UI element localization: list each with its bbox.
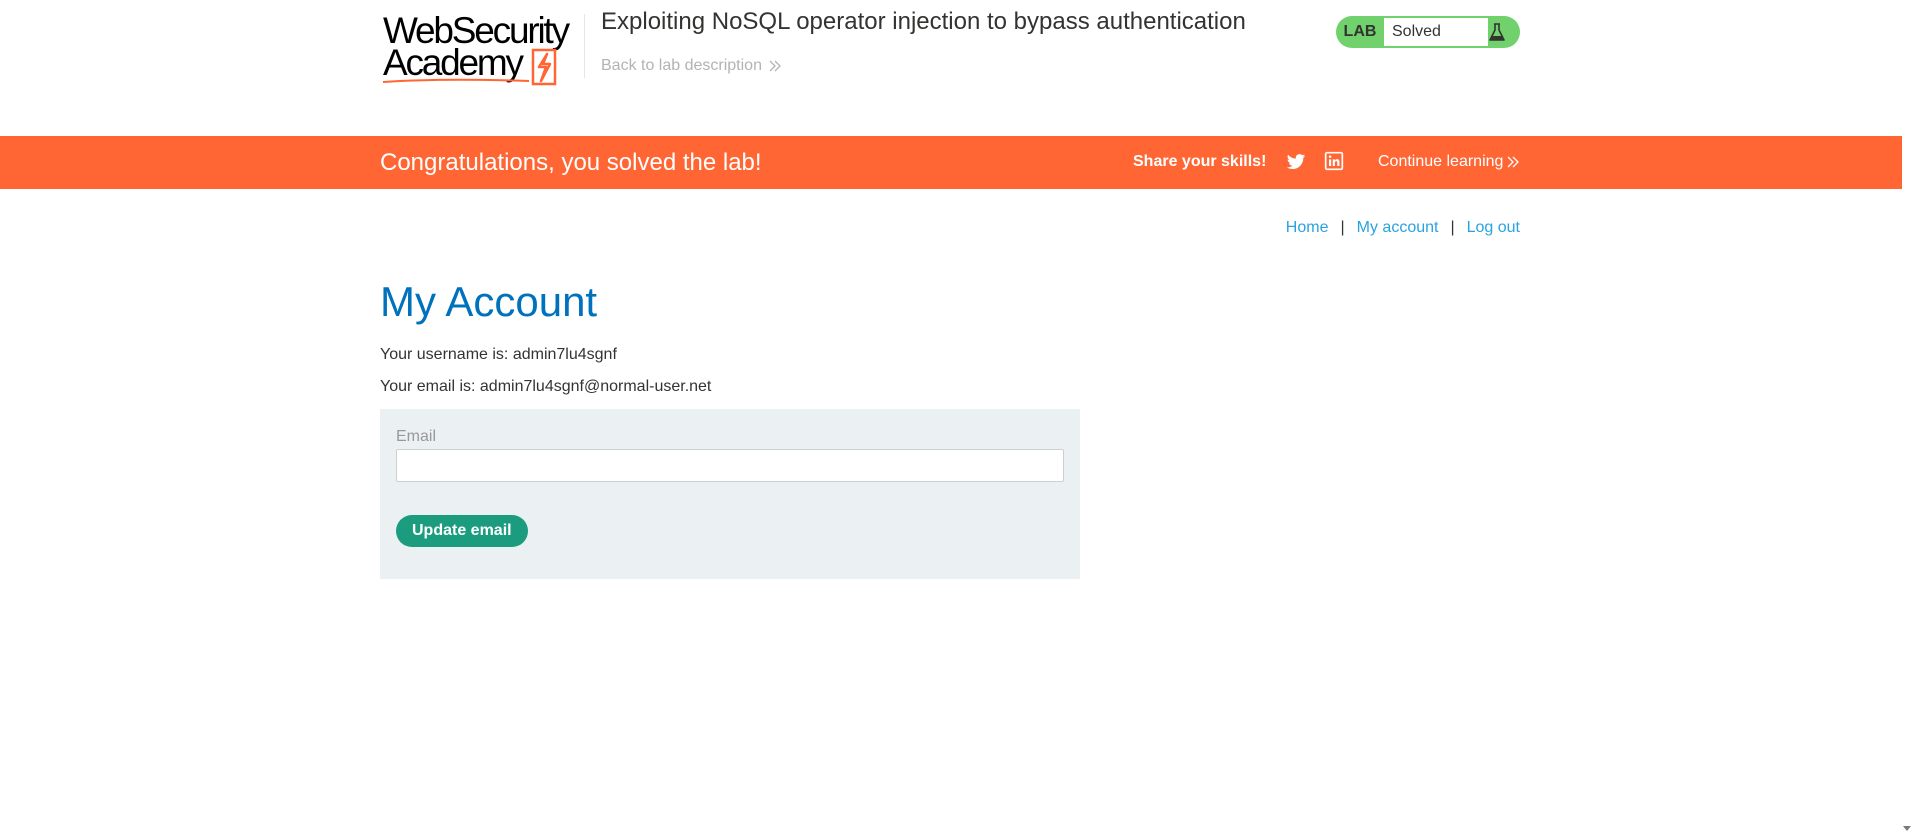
lab-status-tag: LAB: [1343, 23, 1377, 40]
nav-log-out-link[interactable]: Log out: [1467, 219, 1520, 237]
web-security-academy-logo[interactable]: WebSecurity Academy: [381, 12, 581, 86]
solved-banner: Congratulations, you solved the lab! Sha…: [0, 136, 1902, 189]
header-divider: [584, 14, 585, 78]
nav-separator: |: [1340, 219, 1345, 236]
account-nav: Home | My account | Log out: [1286, 219, 1520, 237]
email-info: Your email is: admin7lu4sgnf@normal-user…: [380, 378, 712, 395]
continue-learning-link[interactable]: Continue learning: [1378, 153, 1520, 171]
lab-header: WebSecurity Academy Exploiting NoSQL ope…: [0, 0, 1902, 136]
nav-home-link[interactable]: Home: [1286, 219, 1329, 237]
lab-title: Exploiting NoSQL operator injection to b…: [601, 8, 1246, 35]
vertical-scrollbar[interactable]: [1902, 0, 1912, 833]
username-info: Your username is: admin7lu4sgnf: [380, 346, 617, 363]
back-to-lab-description-link[interactable]: Back to lab description: [601, 57, 781, 75]
nav-my-account-link[interactable]: My account: [1357, 219, 1439, 237]
nav-separator: |: [1450, 219, 1455, 236]
scroll-down-arrow-icon[interactable]: [1902, 823, 1912, 833]
congratulations-message: Congratulations, you solved the lab!: [380, 149, 762, 176]
double-chevron-right-icon: [769, 60, 781, 72]
change-email-form: Email Update email: [380, 409, 1080, 579]
logo-underline-icon: [382, 78, 530, 83]
logo-bolt-icon: [531, 48, 557, 86]
share-skills-label: Share your skills!: [1133, 153, 1267, 170]
page-title: My Account: [380, 278, 598, 325]
continue-learning-label: Continue learning: [1378, 153, 1504, 170]
linkedin-icon[interactable]: [1324, 151, 1344, 171]
email-label: Email: [396, 428, 437, 445]
back-link-label: Back to lab description: [601, 57, 762, 74]
flask-icon: [1489, 23, 1505, 41]
double-chevron-right-icon: [1507, 156, 1520, 168]
email-field[interactable]: [396, 449, 1064, 482]
twitter-icon[interactable]: [1286, 152, 1306, 172]
update-email-button[interactable]: Update email: [396, 515, 528, 547]
lab-status-value: Solved: [1384, 18, 1488, 46]
